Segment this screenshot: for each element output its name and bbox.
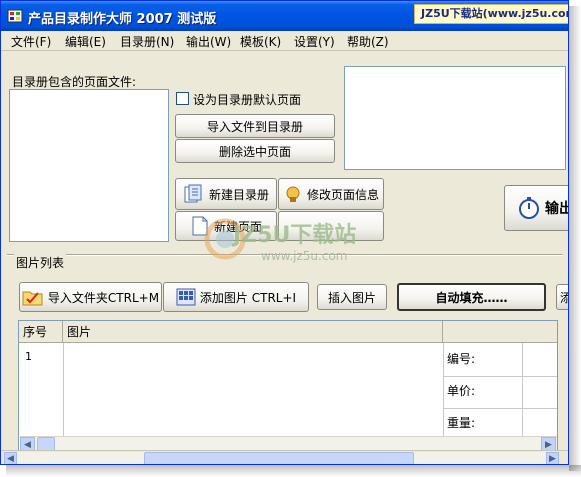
autofill-label: 自动填充…… bbox=[435, 290, 508, 305]
window-shadow-right bbox=[569, 6, 581, 471]
col-divider bbox=[63, 343, 64, 443]
menu-settings[interactable]: 设置(Y) bbox=[294, 33, 335, 50]
default-page-checkbox[interactable] bbox=[176, 92, 189, 105]
row-divider bbox=[443, 408, 557, 409]
image-grid-icon bbox=[176, 288, 196, 306]
edit-page-label: 修改页面信息 bbox=[306, 187, 379, 202]
app-window: 产品目录制作大师 2007 测试版 JZ5U下载站(www.jz5u.com) … bbox=[0, 0, 569, 465]
app-icon bbox=[7, 9, 23, 23]
preview-box bbox=[344, 66, 566, 170]
import-file-button[interactable]: 导入文件到目录册 bbox=[175, 114, 335, 138]
new-catalog-label: 新建目录册 bbox=[208, 187, 269, 202]
menu-edit[interactable]: 编辑(E) bbox=[65, 33, 106, 50]
insert-image-button[interactable]: 插入图片 bbox=[317, 284, 387, 310]
field-code-label: 编号: bbox=[447, 352, 476, 366]
col-extra-header bbox=[443, 321, 557, 343]
col-image-header[interactable]: 图片 bbox=[63, 321, 443, 343]
edit-page-info-button[interactable]: 修改页面信息 bbox=[278, 178, 384, 210]
add-image-label: 添加图片 CTRL+I bbox=[199, 290, 297, 305]
pages-listbox[interactable] bbox=[9, 89, 169, 242]
grid-header: 序号 图片 bbox=[19, 321, 557, 343]
import-folder-button[interactable]: 导入文件夹CTRL+M bbox=[19, 282, 162, 312]
scroll-left-icon[interactable]: ◀ bbox=[20, 437, 35, 450]
import-file-label: 导入文件到目录册 bbox=[206, 119, 303, 134]
image-grid[interactable]: 序号 图片 1 编号: 单价: 重量: ◀ ▶ bbox=[18, 320, 558, 451]
menu-bar: 文件(F) 编辑(E) 目录册(N) 输出(W) 模板(K) 设置(Y) 帮助(… bbox=[1, 31, 568, 51]
watermark-logo-text: JZ5U下载站 bbox=[233, 223, 357, 248]
delete-page-label: 删除选中页面 bbox=[218, 144, 291, 159]
col-divider bbox=[522, 343, 523, 443]
delete-page-button[interactable]: 删除选中页面 bbox=[175, 139, 335, 163]
image-list-label: 图片列表 bbox=[14, 254, 67, 271]
table-row-index[interactable]: 1 bbox=[25, 350, 32, 363]
output-button[interactable]: 输出 bbox=[504, 185, 568, 231]
status-scrollbar[interactable]: ◀ ▶ bbox=[4, 452, 559, 464]
edit-page-icon bbox=[286, 186, 300, 202]
status-scroll-left-icon[interactable]: ◀ bbox=[4, 452, 17, 464]
col-index-header[interactable]: 序号 bbox=[19, 321, 63, 343]
grid-horizontal-scrollbar[interactable]: ◀ ▶ bbox=[20, 436, 557, 450]
status-bar: ◀ ▶ bbox=[1, 450, 568, 464]
menu-output[interactable]: 输出(W) bbox=[186, 33, 231, 50]
menu-template[interactable]: 模板(K) bbox=[240, 33, 281, 50]
insert-image-label: 插入图片 bbox=[327, 290, 376, 305]
add-image-button[interactable]: 添加图片 CTRL+I bbox=[163, 282, 309, 312]
stopwatch-icon bbox=[519, 197, 539, 219]
status-scroll-thumb[interactable] bbox=[144, 452, 414, 464]
title-bar: 产品目录制作大师 2007 测试版 JZ5U下载站(www.jz5u.com) bbox=[1, 1, 568, 31]
menu-help[interactable]: 帮助(Z) bbox=[347, 33, 389, 50]
import-folder-label: 导入文件夹CTRL+M bbox=[47, 290, 160, 305]
field-weight-label: 重量: bbox=[447, 416, 476, 430]
col-divider bbox=[443, 343, 444, 443]
watermark-url: www.jz5u.com bbox=[261, 249, 348, 263]
add-more-button[interactable]: 添 bbox=[556, 284, 568, 310]
default-page-label: 设为目录册默认页面 bbox=[193, 93, 302, 107]
window-title: 产品目录制作大师 2007 测试版 bbox=[28, 12, 217, 27]
field-price-label: 单价: bbox=[447, 384, 476, 398]
window-shadow-bottom bbox=[6, 465, 581, 477]
pages-label: 目录册包含的页面文件: bbox=[12, 75, 137, 89]
output-label: 输出 bbox=[545, 201, 568, 217]
status-scroll-right-icon[interactable]: ▶ bbox=[546, 452, 559, 464]
menu-file[interactable]: 文件(F) bbox=[11, 33, 51, 50]
autofill-button[interactable]: 自动填充…… bbox=[397, 283, 546, 311]
new-catalog-icon bbox=[184, 184, 202, 203]
menu-catalog[interactable]: 目录册(N) bbox=[120, 33, 174, 50]
scroll-thumb[interactable] bbox=[37, 437, 55, 450]
scroll-right-icon[interactable]: ▶ bbox=[541, 437, 556, 450]
folder-icon bbox=[22, 291, 43, 306]
add-more-label: 添 bbox=[560, 289, 568, 306]
watermark-badge: JZ5U下载站(www.jz5u.com) bbox=[414, 4, 568, 24]
new-catalog-button[interactable]: 新建目录册 bbox=[175, 178, 277, 210]
row-divider bbox=[443, 376, 557, 377]
